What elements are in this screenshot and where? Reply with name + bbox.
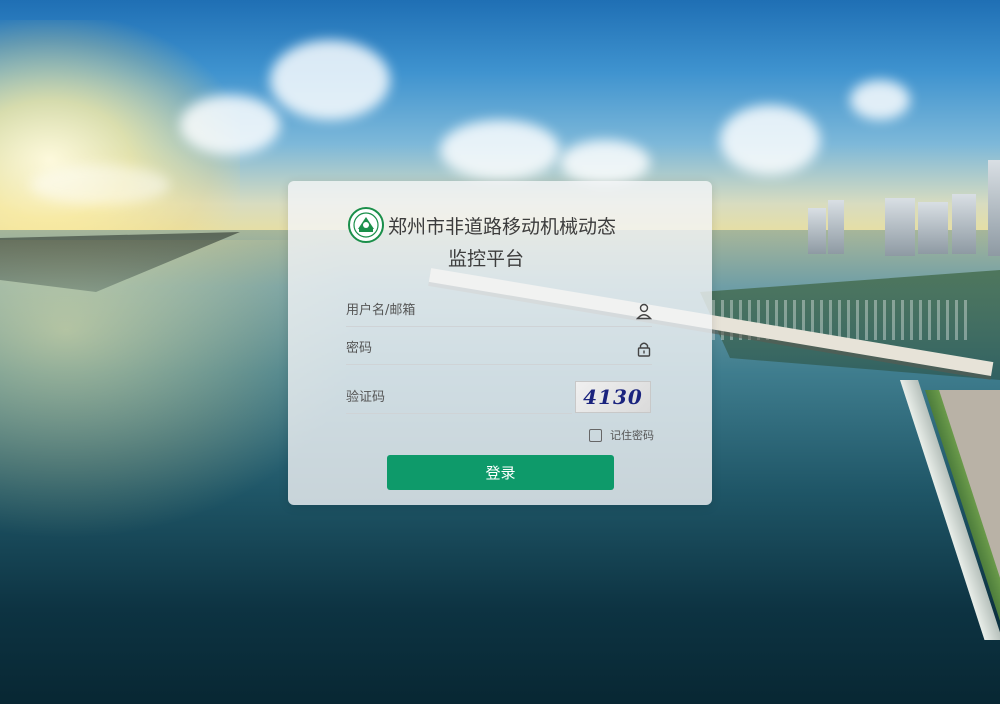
building — [828, 200, 844, 254]
cloud — [30, 165, 170, 205]
remember-password[interactable]: 记住密码 — [589, 427, 654, 443]
remember-checkbox[interactable] — [589, 428, 602, 442]
login-card: 郑州市非道路移动机械动态 监控平台 4130 记住密码 登录 — [288, 181, 712, 505]
building — [918, 202, 948, 254]
cloud — [720, 105, 820, 175]
captcha-image[interactable]: 4130 — [575, 381, 651, 413]
user-icon — [635, 302, 653, 320]
captcha-row — [346, 383, 572, 414]
password-input[interactable] — [346, 334, 616, 362]
title-line-2: 监控平台 — [448, 248, 525, 270]
lock-icon — [636, 340, 652, 358]
cloud — [850, 80, 910, 120]
password-row — [346, 334, 652, 365]
login-button[interactable]: 登录 — [387, 455, 614, 490]
building — [808, 208, 826, 254]
building — [885, 198, 915, 256]
cloud — [270, 40, 390, 120]
cloud — [560, 140, 650, 185]
title-line-1: 郑州市非道路移动机械动态 — [388, 216, 617, 238]
username-row — [346, 296, 653, 327]
username-input[interactable] — [346, 296, 616, 324]
remember-label: 记住密码 — [610, 429, 654, 442]
building — [952, 194, 976, 254]
cloud — [180, 95, 280, 155]
page-title: 郑州市非道路移动机械动态 监控平台 — [388, 211, 688, 275]
emblem-logo-icon — [348, 207, 384, 243]
cloud — [440, 120, 560, 180]
building — [988, 160, 1000, 256]
captcha-input[interactable] — [346, 383, 566, 411]
